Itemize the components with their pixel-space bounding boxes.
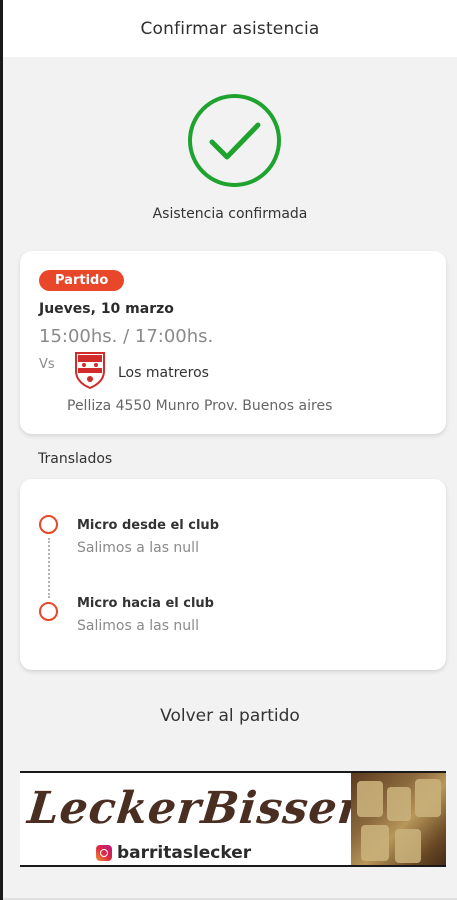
transfer-time: Salimos a las null <box>77 618 199 634</box>
window-edge <box>0 0 3 900</box>
confirmation-status: Asistencia confirmada <box>152 206 308 222</box>
transfer-time: Salimos a las null <box>77 540 199 556</box>
page-header: Confirmar asistencia <box>3 0 457 57</box>
transfer-title: Micro desde el club <box>77 518 219 533</box>
checkmark-icon <box>209 122 260 159</box>
timeline-connector <box>48 538 50 598</box>
match-card[interactable]: Partido Jueves, 10 marzo 15:00hs. / 17:0… <box>20 251 446 434</box>
vs-label: Vs <box>39 357 55 372</box>
match-date: Jueves, 10 marzo <box>39 301 174 317</box>
page-title: Confirmar asistencia <box>140 18 320 39</box>
transfers-card: Micro desde el club Salimos a las null M… <box>20 479 446 670</box>
match-type-badge: Partido <box>39 270 125 291</box>
product-photo <box>351 773 446 865</box>
opponent-name: Los matreros <box>118 365 209 381</box>
sponsor-logo: LeckerBissen <box>25 783 374 834</box>
transfer-title: Micro hacia el club <box>77 596 214 611</box>
timeline-dot-icon <box>39 515 58 534</box>
opponent-crest-icon <box>75 352 105 389</box>
timeline-dot-icon <box>39 602 58 621</box>
transfers-heading: Translados <box>38 451 113 467</box>
instagram-icon <box>96 845 112 861</box>
sponsor-instagram: barritaslecker <box>96 843 251 863</box>
match-address: Pelliza 4550 Munro Prov. Buenos aires <box>67 398 333 414</box>
success-circle <box>188 94 281 187</box>
match-time: 15:00hs. / 17:00hs. <box>39 326 214 347</box>
instagram-handle: barritaslecker <box>117 843 252 863</box>
sponsor-banner[interactable]: LeckerBissen barritaslecker <box>20 771 446 867</box>
back-to-match-link[interactable]: Volver al partido <box>3 706 457 726</box>
